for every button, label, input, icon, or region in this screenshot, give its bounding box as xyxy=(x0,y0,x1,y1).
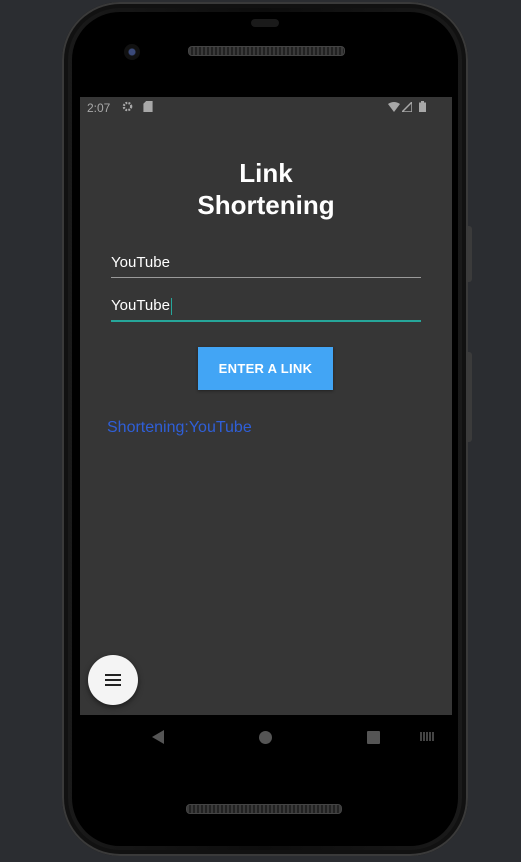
bottom-speaker xyxy=(186,804,342,814)
menu-fab-button[interactable] xyxy=(88,655,138,705)
back-icon[interactable] xyxy=(152,730,164,744)
input-underline xyxy=(111,277,421,278)
link-input-2-value: YouTube xyxy=(111,297,170,314)
front-camera xyxy=(124,44,140,60)
input-underline-focused xyxy=(111,320,421,322)
home-icon[interactable] xyxy=(259,731,272,744)
link-input-1-value: YouTube xyxy=(111,254,170,271)
link-input-2[interactable]: YouTube xyxy=(111,293,421,322)
recents-icon[interactable] xyxy=(367,731,380,744)
status-time: 2:07 xyxy=(87,101,111,115)
link-input-1[interactable]: YouTube xyxy=(111,250,421,278)
title-line-2: Shortening xyxy=(197,190,335,220)
page-title: Link Shortening xyxy=(80,157,452,221)
title-line-1: Link xyxy=(239,158,293,188)
app-screen: 2:07 Link Shortening YouTube YouTube ENT… xyxy=(80,97,452,715)
status-bar: 2:07 xyxy=(80,97,452,119)
menu-icon xyxy=(105,674,121,686)
power-button xyxy=(466,352,472,442)
keyboard-icon[interactable] xyxy=(420,732,434,741)
wifi-icon xyxy=(388,101,400,115)
battery-icon xyxy=(419,101,426,115)
navigation-bar xyxy=(80,715,452,760)
volume-button xyxy=(466,226,472,282)
shortening-result-text: Shortening:YouTube xyxy=(107,419,252,436)
signal-icon xyxy=(400,100,413,115)
top-speaker xyxy=(188,46,345,56)
enter-link-button[interactable]: ENTER A LINK xyxy=(198,347,333,390)
sd-card-icon xyxy=(143,101,153,115)
text-cursor xyxy=(170,297,172,315)
earpiece xyxy=(251,19,279,27)
gear-icon xyxy=(122,101,133,115)
